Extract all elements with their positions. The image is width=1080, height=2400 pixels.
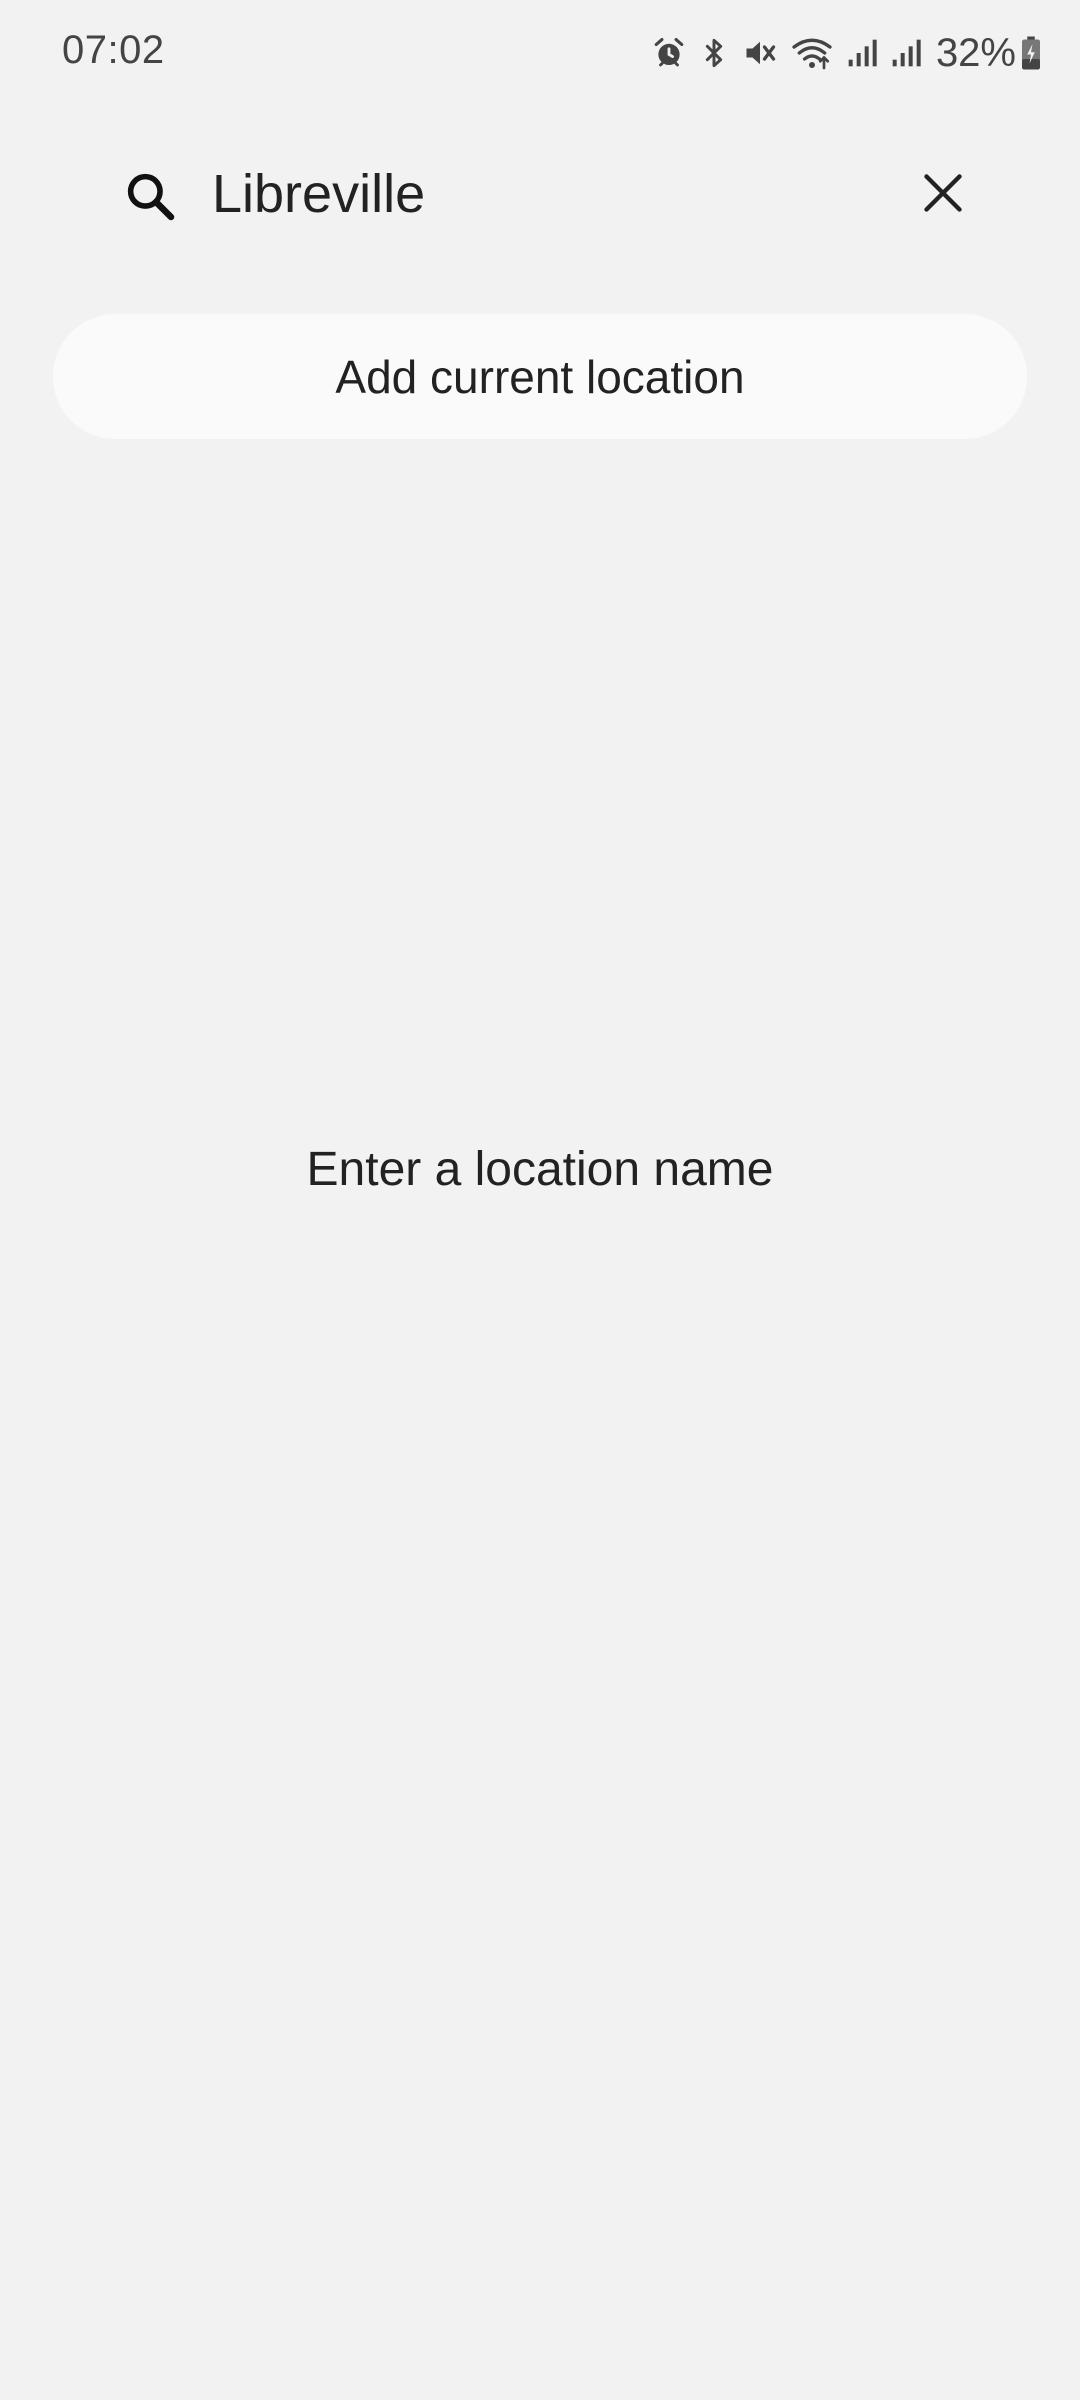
battery-charging-icon [1020, 35, 1042, 71]
battery-percentage: 32% [935, 30, 1016, 75]
bluetooth-icon [698, 35, 730, 71]
clear-search-button[interactable] [908, 160, 978, 230]
close-icon [921, 171, 965, 220]
search-icon [122, 168, 178, 224]
add-current-location-button[interactable]: Add current location [53, 314, 1027, 439]
signal-icon [890, 35, 922, 71]
search-bar [0, 140, 1080, 250]
status-bar: 07:02 32% [0, 0, 1080, 105]
search-input[interactable] [212, 154, 852, 234]
signal-icon [846, 35, 878, 71]
status-time: 07:02 [62, 28, 165, 72]
alarm-icon [652, 36, 686, 70]
mute-icon [742, 35, 778, 71]
empty-state-message: Enter a location name [306, 1143, 774, 1196]
wifi-icon [790, 35, 834, 71]
status-icons: 32% [640, 28, 1042, 78]
